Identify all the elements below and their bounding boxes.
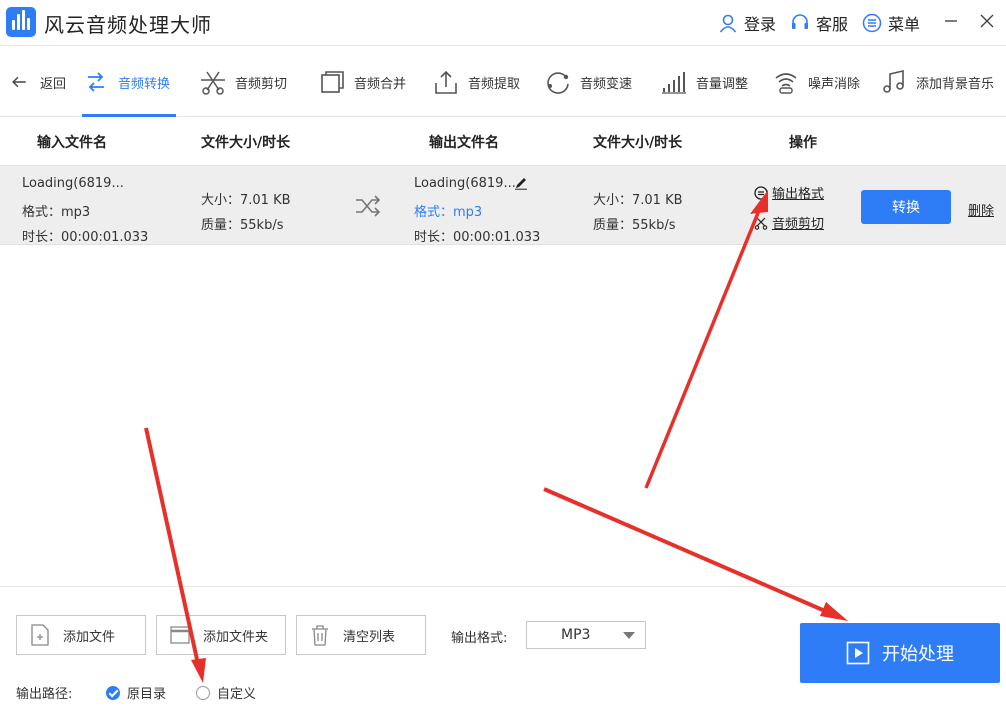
back-label: 返回 bbox=[40, 76, 67, 92]
tab-volume-adjust[interactable]: 音量调整 bbox=[660, 47, 748, 117]
bottom-panel: 添加文件 添加文件夹 清空列表 输出格式: MP3 输出路径: 原目录 自定义 … bbox=[0, 586, 1006, 710]
service-button[interactable]: 客服 bbox=[790, 11, 848, 35]
output-format-link-label: 输出格式 bbox=[772, 187, 825, 202]
add-file-button[interactable]: 添加文件 bbox=[16, 615, 146, 655]
merge-icon bbox=[321, 71, 344, 93]
radio-checked-icon bbox=[106, 685, 120, 700]
tab-add-bgm[interactable]: 添加背景音乐 bbox=[880, 47, 994, 117]
menu-button[interactable]: 菜单 bbox=[862, 11, 920, 35]
path-original-label: 原目录 bbox=[127, 687, 167, 702]
start-processing-button[interactable]: 开始处理 bbox=[800, 623, 1000, 683]
tab-audio-cut[interactable]: 音频剪切 bbox=[199, 47, 287, 117]
output-quality: 质量：55kb/s bbox=[593, 218, 676, 233]
clear-list-button[interactable]: 清空列表 bbox=[296, 615, 426, 655]
tab-label: 音频合并 bbox=[354, 76, 407, 92]
service-label: 客服 bbox=[816, 15, 849, 34]
output-format-value: MP3 bbox=[561, 627, 591, 643]
login-button[interactable]: 登录 bbox=[718, 11, 776, 35]
minimize-icon[interactable] bbox=[938, 8, 964, 34]
tab-audio-convert[interactable]: 音频转换 bbox=[82, 47, 177, 117]
output-file-name: Loading(6819... bbox=[414, 176, 516, 191]
tab-audio-extract[interactable]: 音频提取 bbox=[432, 47, 520, 117]
radio-unchecked-icon bbox=[196, 685, 210, 700]
input-format: 格式：mp3 bbox=[22, 205, 91, 220]
tab-label: 音频剪切 bbox=[235, 76, 288, 92]
input-quality: 质量：55kb/s bbox=[201, 218, 284, 233]
col-output-size: 文件大小/时长 bbox=[593, 135, 683, 151]
scissors-icon bbox=[201, 71, 225, 95]
tab-label: 音频转换 bbox=[118, 76, 171, 92]
trash-icon bbox=[312, 625, 328, 646]
tab-audio-merge[interactable]: 音频合并 bbox=[318, 47, 406, 117]
volume-bars-icon bbox=[662, 72, 686, 94]
add-folder-label: 添加文件夹 bbox=[203, 629, 269, 645]
input-size: 大小：7.01 KB bbox=[201, 193, 291, 208]
tab-label: 添加背景音乐 bbox=[916, 76, 995, 92]
user-icon bbox=[719, 14, 737, 33]
tab-label: 噪声消除 bbox=[808, 76, 861, 92]
col-input-name: 输入文件名 bbox=[37, 135, 107, 151]
chevron-down-icon bbox=[623, 632, 635, 639]
table-row[interactable]: Loading(6819... 格式：mp3 时长：00:00:01.033 大… bbox=[0, 165, 1006, 245]
cut-small-icon bbox=[754, 217, 768, 230]
convert-button[interactable]: 转换 bbox=[861, 190, 951, 224]
path-custom-radio[interactable]: 自定义 bbox=[196, 683, 256, 702]
col-output-name: 输出文件名 bbox=[429, 135, 499, 151]
audio-cut-link-label: 音频剪切 bbox=[772, 217, 825, 232]
noise-icon bbox=[775, 73, 797, 94]
input-file-name: Loading(6819... bbox=[22, 176, 124, 191]
shuffle-icon bbox=[356, 195, 381, 217]
menu-icon bbox=[862, 13, 882, 33]
table-header: 输入文件名 文件大小/时长 输出文件名 文件大小/时长 操作 bbox=[0, 117, 1006, 165]
play-icon bbox=[846, 641, 870, 665]
tab-noise-removal[interactable]: 噪声消除 bbox=[772, 47, 860, 117]
output-format-select[interactable]: MP3 bbox=[526, 621, 646, 649]
output-format-label: 输出格式: bbox=[451, 631, 508, 646]
tab-label: 音量调整 bbox=[696, 76, 749, 92]
output-path-label: 输出路径: bbox=[16, 687, 73, 702]
path-custom-label: 自定义 bbox=[217, 687, 257, 702]
title-bar: 风云音频处理大师 登录 客服 菜单 bbox=[0, 0, 1006, 46]
add-folder-icon bbox=[170, 626, 190, 644]
headset-icon bbox=[792, 14, 808, 29]
start-processing-label: 开始处理 bbox=[882, 644, 954, 664]
output-duration: 时长：00:00:01.033 bbox=[414, 230, 541, 245]
add-file-label: 添加文件 bbox=[63, 629, 116, 645]
close-icon[interactable] bbox=[974, 8, 1000, 34]
extract-icon bbox=[435, 70, 457, 94]
app-title: 风云音频处理大师 bbox=[44, 13, 212, 37]
col-actions: 操作 bbox=[789, 135, 817, 151]
audio-cut-link[interactable]: 音频剪切 bbox=[754, 213, 824, 232]
delete-link[interactable]: 删除 bbox=[968, 200, 994, 219]
path-original-radio[interactable]: 原目录 bbox=[106, 683, 166, 702]
clear-list-label: 清空列表 bbox=[343, 629, 396, 645]
col-input-size: 文件大小/时长 bbox=[201, 135, 291, 151]
login-label: 登录 bbox=[744, 15, 777, 34]
add-folder-button[interactable]: 添加文件夹 bbox=[156, 615, 286, 655]
tool-tabs: 返回 音频转换 音频剪切 音频合并 音频提取 音频变速 音量调整 噪声消除 添加… bbox=[0, 47, 1006, 117]
app-logo-icon bbox=[6, 7, 36, 37]
tab-label: 音频提取 bbox=[468, 76, 521, 92]
output-size: 大小：7.01 KB bbox=[593, 193, 683, 208]
tab-audio-speed[interactable]: 音频变速 bbox=[544, 47, 632, 117]
convert-icon bbox=[88, 72, 104, 92]
menu-label: 菜单 bbox=[888, 15, 921, 34]
speed-icon bbox=[547, 72, 569, 94]
add-file-icon bbox=[31, 624, 49, 646]
output-format-link[interactable]: 输出格式 bbox=[754, 183, 824, 202]
back-button[interactable]: 返回 bbox=[10, 47, 66, 117]
format-swap-icon bbox=[754, 185, 768, 200]
edit-pencil-icon[interactable] bbox=[514, 176, 528, 190]
arrow-left-icon bbox=[12, 76, 26, 88]
tab-label: 音频变速 bbox=[580, 76, 633, 92]
output-format[interactable]: 格式：mp3 bbox=[414, 201, 482, 220]
music-note-icon bbox=[883, 69, 904, 93]
input-duration: 时长：00:00:01.033 bbox=[22, 230, 149, 245]
